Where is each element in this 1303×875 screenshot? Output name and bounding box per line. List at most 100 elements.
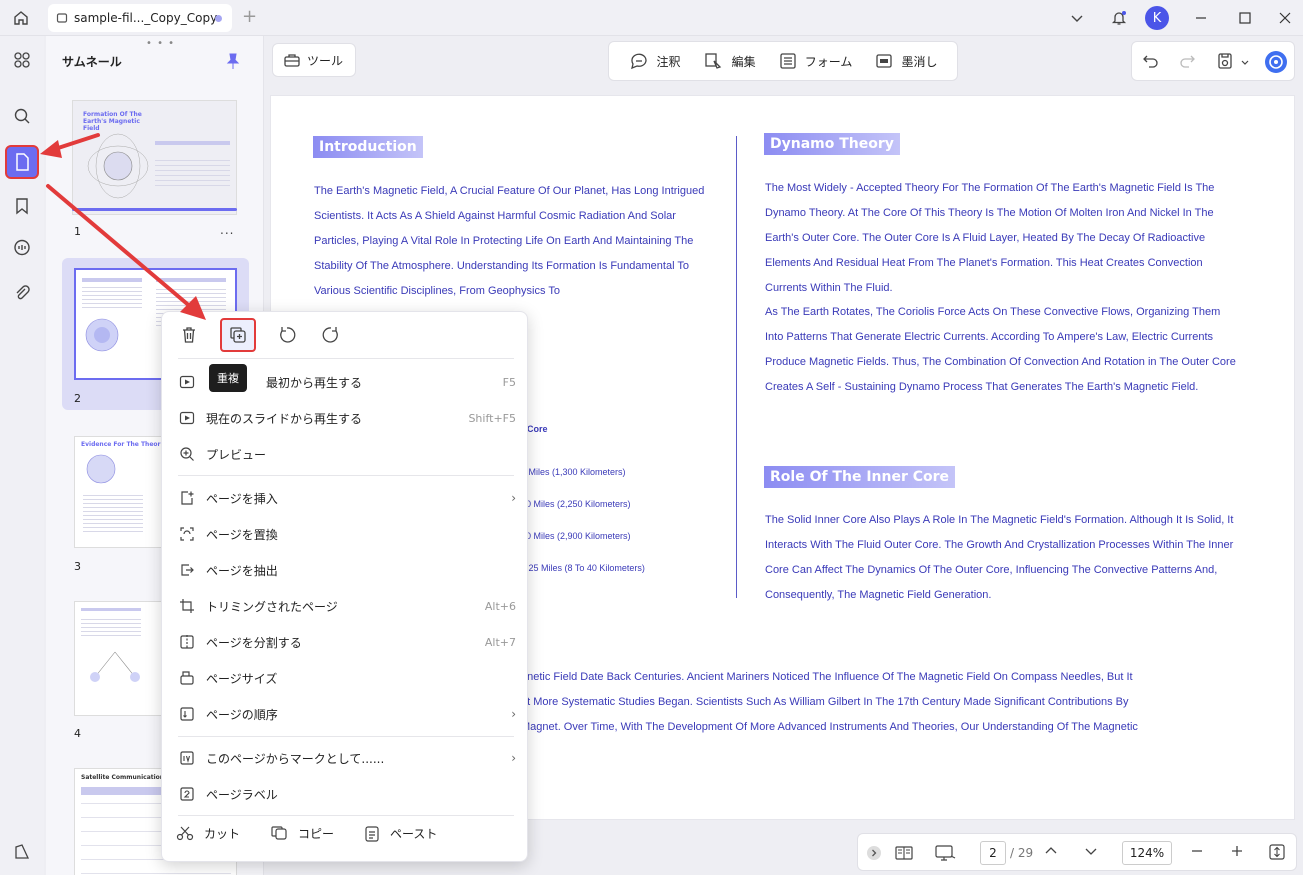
column-divider <box>736 136 737 598</box>
paperclip-icon <box>16 285 30 300</box>
zoom-out-button[interactable] <box>1190 844 1204 861</box>
menu-item-replace-page[interactable]: ページを置換 <box>176 522 516 546</box>
page-context-menu: 重複 最初から再生する F5 現在のスライドから再生する Shift+F5 プレ… <box>161 311 528 862</box>
annotate-button[interactable]: 注釈 <box>629 52 681 70</box>
notification-button[interactable] <box>1106 6 1132 30</box>
inner-core-text: The Solid Inner Core Also Plays A Role I… <box>765 514 1234 601</box>
pin-panel-button[interactable] <box>226 52 240 73</box>
dynamo-theory-text-1: The Most Widely - Accepted Theory For Th… <box>765 182 1215 294</box>
next-page-button[interactable] <box>1084 844 1098 861</box>
menu-item-page-order[interactable]: ページの順序 › <box>176 702 516 726</box>
delete-page-button[interactable] <box>176 322 202 348</box>
context-menu-quick-actions <box>176 318 344 352</box>
save-button[interactable] <box>1216 52 1234 73</box>
fit-page-icon <box>1269 844 1285 860</box>
minimize-button[interactable] <box>1188 6 1214 30</box>
maximize-button[interactable] <box>1232 6 1258 30</box>
rail-attachment-button[interactable] <box>8 279 36 307</box>
zoom-level[interactable]: 124% <box>1122 841 1172 865</box>
cut-button[interactable]: カット <box>176 825 240 842</box>
menu-item-label: 現在のスライドから再生する <box>206 411 363 426</box>
zoom-in-button[interactable] <box>1230 844 1244 861</box>
tabs-dropdown-button[interactable] <box>1064 6 1090 30</box>
previous-page-button[interactable] <box>1044 844 1058 861</box>
menu-item-label: このページからマークとして...... <box>206 751 385 766</box>
menu-item-page-size[interactable]: ページサイズ <box>176 666 516 690</box>
insert-page-icon <box>181 491 194 505</box>
edit-label: 編集 <box>731 54 756 69</box>
page-icon <box>16 153 29 171</box>
ai-assistant-button[interactable] <box>1264 50 1288 77</box>
dynamo-theory-text-2: As The Earth Rotates, The Coriolis Force… <box>765 306 1236 393</box>
redact-button[interactable]: 墨消し <box>875 52 937 70</box>
form-button[interactable]: フォーム <box>779 52 852 70</box>
paste-icon <box>365 826 379 842</box>
rail-thumbnail-button[interactable] <box>5 145 39 179</box>
rotate-right-button[interactable] <box>318 322 344 348</box>
thumbnail-page-1[interactable]: Formation Of The Earth's Magnetic Field … <box>62 96 249 246</box>
chevron-down-icon <box>1241 60 1249 65</box>
menu-item-page-label[interactable]: ページラベル <box>176 782 516 806</box>
menu-item-cropped-page[interactable]: トリミングされたページ Alt+6 <box>176 594 516 618</box>
thumbnail-more-button[interactable]: ... <box>220 223 234 237</box>
fit-page-button[interactable] <box>1268 843 1286 864</box>
undo-icon <box>1143 55 1158 68</box>
panel-resize-grip[interactable]: • • • <box>146 38 175 49</box>
rail-theme-button[interactable] <box>8 838 36 866</box>
minus-icon <box>1192 850 1202 852</box>
user-avatar[interactable]: K <box>1145 6 1169 30</box>
menu-item-extract-page[interactable]: ページを抽出 <box>176 558 516 582</box>
theme-icon <box>15 844 30 859</box>
duplicate-page-button[interactable] <box>220 318 256 352</box>
presentation-button[interactable] <box>934 844 956 865</box>
add-tab-button[interactable]: + <box>242 6 257 27</box>
page-layout-button[interactable] <box>894 844 914 865</box>
play-icon <box>179 411 195 425</box>
redo-button[interactable] <box>1178 52 1196 73</box>
unsaved-dot <box>215 15 222 22</box>
copy-label: コピー <box>298 826 335 841</box>
home-button[interactable] <box>8 6 34 30</box>
save-options-button[interactable] <box>1240 56 1250 70</box>
chevron-down-icon <box>1085 848 1097 855</box>
menu-item-mark-from-page[interactable]: このページからマークとして...... › <box>176 746 516 770</box>
menu-item-label: ページを置換 <box>206 527 278 542</box>
menu-item-play-from-current[interactable]: 現在のスライドから再生する Shift+F5 <box>176 406 516 430</box>
annotate-label: 注釈 <box>656 54 681 69</box>
undo-button[interactable] <box>1142 52 1160 73</box>
page-number-input[interactable]: 2 <box>980 841 1006 865</box>
rotate-left-icon <box>280 327 296 343</box>
close-button[interactable] <box>1272 6 1298 30</box>
thumbnail-page-number: 4 <box>74 727 81 740</box>
form-icon <box>780 53 796 69</box>
plus-icon <box>1232 846 1242 856</box>
tools-button[interactable]: ツール <box>272 43 356 77</box>
menu-item-preview[interactable]: プレビュー <box>176 442 516 466</box>
document-tab[interactable]: sample-fil..._Copy_Copy <box>48 4 232 32</box>
paste-button[interactable]: ペースト <box>364 824 437 842</box>
annotate-icon <box>630 53 647 70</box>
copy-button[interactable]: コピー <box>270 825 334 842</box>
rail-search-button[interactable] <box>8 102 36 130</box>
introduction-text: The Earth's Magnetic Field, A Crucial Fe… <box>314 185 705 297</box>
layer-row-1-fragment: 0 Miles (1,300 Kilometers) <box>521 467 626 477</box>
menu-item-play-from-start[interactable]: 最初から再生する F5 <box>176 370 516 394</box>
tab-title: sample-fil..._Copy_Copy <box>74 11 218 25</box>
rotate-left-button[interactable] <box>274 322 300 348</box>
rail-organize-button[interactable] <box>8 46 36 74</box>
redact-label: 墨消し <box>901 54 938 69</box>
close-icon <box>1279 12 1291 24</box>
menu-item-split-page[interactable]: ページを分割する Alt+7 <box>176 630 516 654</box>
menu-item-insert-page[interactable]: ページを挿入 › <box>176 486 516 510</box>
earth-layers-icon <box>85 318 119 352</box>
redact-icon <box>876 54 893 68</box>
menu-item-label: ページラベル <box>206 787 278 802</box>
layer-row-3-fragment: 00 Miles (2,900 Kilometers) <box>521 531 631 541</box>
menu-item-label: ページサイズ <box>206 671 278 686</box>
collapse-toolbar-button[interactable] <box>866 845 882 864</box>
edit-button[interactable]: 編集 <box>704 52 756 70</box>
rail-comment-button[interactable] <box>8 234 36 262</box>
chevron-up-icon <box>1045 847 1057 854</box>
rail-bookmark-button[interactable] <box>8 192 36 220</box>
chevron-down-icon <box>1071 15 1083 22</box>
